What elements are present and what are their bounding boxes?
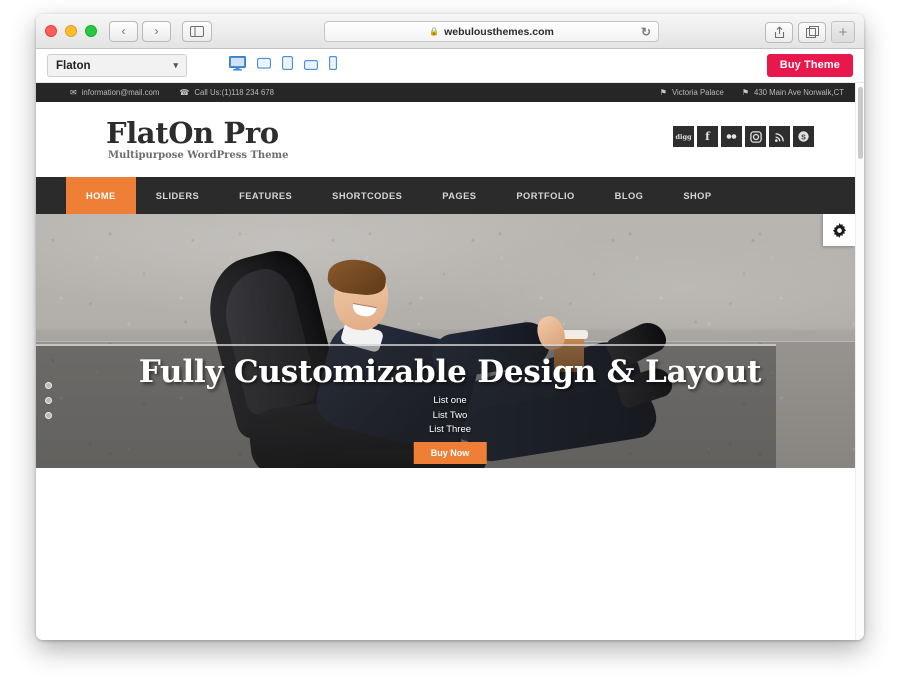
sidebar-icon [190,25,204,37]
slider-dot-1[interactable] [45,382,52,389]
lock-icon: 🔒 [429,27,440,36]
site-info-bar: ✉ information@mail.com ☎ Call Us:(1)118 … [36,83,864,102]
site-logo-tagline: Multipurpose WordPress Theme [108,150,289,161]
site-content-area [36,468,864,640]
device-preview-switcher [229,55,338,76]
nav-item-pages[interactable]: PAGES [422,177,496,214]
site-preview-viewport: ✉ information@mail.com ☎ Call Us:(1)118 … [36,83,864,640]
nav-item-shop[interactable]: SHOP [663,177,731,214]
window-controls [45,25,97,37]
maximize-window-button[interactable] [85,25,97,37]
navigation-buttons: ‹ › [109,20,171,42]
mobile-icon[interactable] [329,56,338,75]
digg-icon[interactable]: digg [673,126,694,147]
contact-phone-text: Call Us:(1)118 234 678 [194,88,274,97]
map-pin-icon-2: ⚑ [741,88,749,97]
hero-slider: Fully Customizable Design & Layout List … [36,214,864,468]
tablet-portrait-icon[interactable] [282,56,294,75]
slider-dot-2[interactable] [45,397,52,404]
close-window-button[interactable] [45,25,57,37]
hero-headline: Fully Customizable Design & Layout [138,354,762,390]
minimize-window-button[interactable] [65,25,77,37]
desktop-backdrop: ‹ › 🔒 webulousthemes.com ↻ + Flaton ▾ Bu… [0,0,900,696]
chevron-down-icon: ▾ [173,60,178,70]
share-button[interactable] [765,21,793,43]
location-address-text: 430 Main Ave Norwalk,CT [754,88,844,97]
location-address[interactable]: ⚑ 430 Main Ave Norwalk,CT [742,88,844,97]
nav-item-shortcodes[interactable]: SHORTCODES [312,177,422,214]
mail-icon: ✉ [70,88,77,97]
address-bar[interactable]: 🔒 webulousthemes.com ↻ [324,21,659,42]
browser-titlebar: ‹ › 🔒 webulousthemes.com ↻ + [36,14,864,49]
nav-item-sliders[interactable]: SLIDERS [136,177,219,214]
location-name[interactable]: ⚑ Victoria Palace [660,88,724,97]
slider-dot-3[interactable] [45,412,52,419]
hero-feature-list: List one List Two List Three [36,394,864,438]
contact-email[interactable]: ✉ information@mail.com [70,88,159,97]
sidebar-toggle-button[interactable] [182,20,212,42]
new-tab-button[interactable]: + [831,21,855,43]
rss-icon[interactable] [769,126,790,147]
site-header: FlatOn Pro Multipurpose WordPress Theme … [36,102,864,177]
url-text: webulousthemes.com [444,25,554,38]
contact-phone[interactable]: ☎ Call Us:(1)118 234 678 [179,88,274,97]
back-button[interactable]: ‹ [109,20,138,42]
browser-window: ‹ › 🔒 webulousthemes.com ↻ + Flaton ▾ Bu… [36,14,864,640]
contact-email-text: information@mail.com [81,88,160,97]
phone-icon: ☎ [179,88,190,97]
nav-item-features[interactable]: FEATURES [219,177,312,214]
nav-item-blog[interactable]: BLOG [595,177,664,214]
theme-settings-button[interactable] [823,214,855,246]
hero-buy-now-button[interactable]: Buy Now [413,442,487,464]
info-bar-left: ✉ information@mail.com ☎ Call Us:(1)118 … [70,88,274,97]
gear-icon [832,222,846,238]
forward-button[interactable]: › [142,20,171,42]
hero-list-item: List Three [428,424,472,435]
location-name-text: Victoria Palace [671,88,724,97]
flickr-icon[interactable] [721,126,742,147]
theme-selector-value: Flaton [56,59,91,72]
theme-preview-toolbar: Flaton ▾ Buy Theme [36,49,864,83]
slider-pagination-dots [45,382,52,419]
instagram-icon[interactable] [745,126,766,147]
show-tabs-button[interactable] [798,21,826,43]
reload-button[interactable]: ↻ [641,25,651,39]
share-icon [774,26,784,38]
titlebar-right-controls: + [765,21,855,43]
laptop-icon[interactable] [257,57,272,75]
theme-selector-dropdown[interactable]: Flaton ▾ [47,54,187,77]
buy-theme-button[interactable]: Buy Theme [766,54,853,77]
tablet-landscape-icon[interactable] [304,57,319,75]
map-pin-icon: ⚑ [659,88,667,97]
tabs-icon [805,26,819,38]
hero-list-item: List Two [432,409,468,421]
hero-list-item: List one [433,395,467,406]
nav-item-portfolio[interactable]: PORTFOLIO [496,177,594,214]
facebook-icon[interactable]: f [697,126,718,147]
page-scrollbar[interactable] [855,83,864,640]
nav-item-home[interactable]: HOME [66,177,136,214]
info-bar-right: ⚑ Victoria Palace ⚑ 430 Main Ave Norwalk… [660,88,844,97]
social-links: digg f S [673,126,814,147]
page-scrollbar-thumb[interactable] [858,87,863,159]
skype-icon[interactable]: S [793,126,814,147]
site-logo-title[interactable]: FlatOn Pro [106,116,279,150]
site-main-navigation: HOME SLIDERS FEATURES SHORTCODES PAGES P… [36,177,864,214]
svg-text:S: S [801,134,806,141]
desktop-icon[interactable] [229,55,246,76]
